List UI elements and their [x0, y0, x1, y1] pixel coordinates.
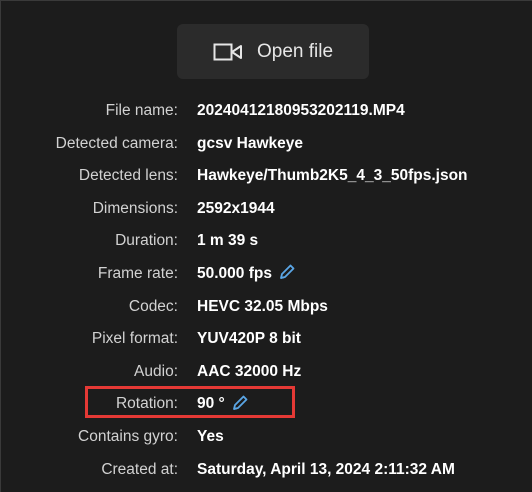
dimensions-label: Dimensions:	[92, 199, 178, 217]
created-at-label: Created at:	[101, 460, 178, 478]
info-row-rotation: Rotation: 90 °	[1, 388, 532, 421]
info-row-created-at: Created at: Saturday, April 13, 2024 2:1…	[1, 454, 532, 487]
detected-camera-label: Detected camera:	[55, 134, 178, 152]
contains-gyro-value: Yes	[197, 427, 224, 445]
file-name-label: File name:	[105, 102, 178, 119]
file-info-list: File name: 20240412180953202119.MP4 Dete…	[1, 95, 532, 486]
pixel-format-label: Pixel format:	[91, 330, 178, 348]
open-file-label: Open file	[256, 40, 334, 62]
info-row-contains-gyro: Contains gyro: Yes	[1, 421, 532, 454]
video-camera-icon	[213, 43, 242, 60]
duration-label: Duration:	[115, 232, 178, 250]
open-file-button[interactable]: Open file	[177, 24, 369, 79]
edit-rotation-pencil-icon[interactable]	[231, 394, 249, 412]
info-row-detected-lens: Detected lens: Hawkeye/Thumb2K5_4_3_50fp…	[1, 160, 532, 193]
contains-gyro-label: Contains gyro:	[78, 427, 178, 445]
info-row-audio: Audio: AAC 32000 Hz	[1, 356, 532, 389]
info-row-dimensions: Dimensions: 2592x1944	[1, 193, 532, 226]
detected-camera-value: gcsv Hawkeye	[197, 134, 303, 152]
info-row-file-name: File name: 20240412180953202119.MP4	[1, 95, 532, 128]
duration-value: 1 m 39 s	[197, 232, 259, 250]
info-row-detected-camera: Detected camera: gcsv Hawkeye	[1, 128, 532, 161]
detected-lens-label: Detected lens:	[78, 167, 178, 185]
info-row-pixel-format: Pixel format: YUV420P 8 bit	[1, 323, 532, 356]
codec-value: HEVC 32.05 Mbps	[197, 297, 328, 315]
edit-frame-rate-pencil-icon[interactable]	[278, 263, 296, 281]
rotation-value: 90 °	[197, 395, 225, 413]
codec-label: Codec:	[128, 297, 178, 315]
video-info-panel: Open file File name: 2024041218095320211…	[0, 0, 532, 492]
dimensions-value: 2592x1944	[197, 199, 275, 217]
detected-lens-value: Hawkeye/Thumb2K5_4_3_50fps.json	[197, 167, 468, 185]
created-at-value: Saturday, April 13, 2024 2:11:32 AM	[197, 460, 455, 478]
file-name-value: 20240412180953202119.MP4	[197, 102, 405, 119]
info-row-duration: Duration: 1 m 39 s	[1, 225, 532, 258]
frame-rate-value: 50.000 fps	[197, 264, 272, 282]
pixel-format-value: YUV420P 8 bit	[197, 330, 301, 348]
info-row-frame-rate: Frame rate: 50.000 fps	[1, 258, 532, 291]
frame-rate-label: Frame rate:	[97, 264, 178, 282]
rotation-label: Rotation:	[115, 395, 178, 413]
info-row-codec: Codec: HEVC 32.05 Mbps	[1, 291, 532, 324]
audio-label: Audio:	[134, 362, 178, 380]
audio-value: AAC 32000 Hz	[197, 362, 302, 380]
